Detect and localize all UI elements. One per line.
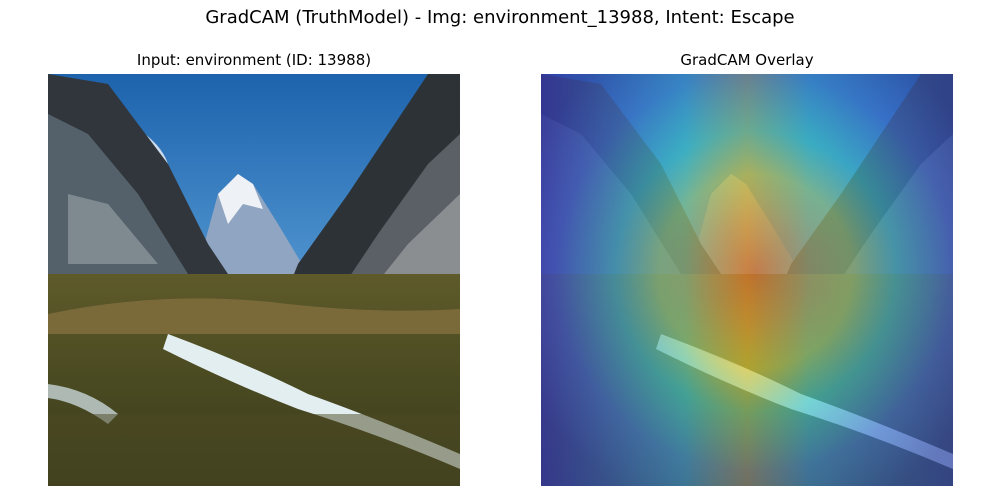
gradcam-panel: GradCAM Overlay (541, 50, 953, 490)
input-image (48, 74, 460, 486)
input-panel-title: Input: environment (ID: 13988) (136, 51, 372, 69)
gradcam-heatmap-overlay (541, 74, 953, 486)
mountain-valley-photo (48, 74, 460, 486)
gradcam-panel-title: GradCAM Overlay (680, 51, 814, 69)
gradcam-overlay-image (541, 74, 953, 486)
input-panel: Input: environment (ID: 13988) (48, 50, 460, 490)
figure-title: GradCAM (TruthModel) - Img: environment_… (205, 7, 795, 28)
